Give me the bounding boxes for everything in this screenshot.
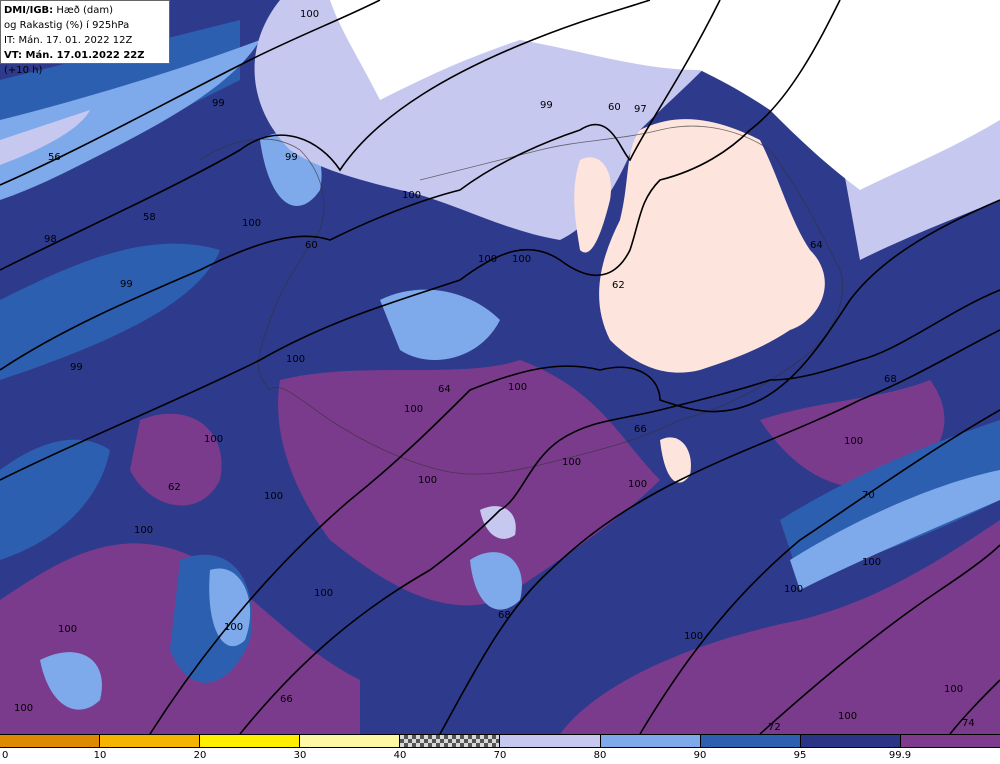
value-label: 100 [286, 354, 305, 365]
legend-swatch [500, 735, 601, 747]
value-label: 100 [684, 631, 703, 642]
value-label: 100 [402, 190, 421, 201]
value-label: 100 [628, 479, 647, 490]
value-label: 100 [844, 436, 863, 447]
value-label: 100 [512, 254, 531, 265]
value-label: 100 [314, 588, 333, 599]
contour-label: 64 [810, 240, 823, 251]
legend-swatch [600, 735, 701, 747]
value-label: 97 [634, 104, 647, 115]
legend-swatch [200, 735, 301, 747]
info-lead-time: (+10 h) [4, 65, 43, 76]
legend-tick-label: 10 [93, 750, 107, 761]
legend-swatch [0, 735, 101, 747]
value-label: 100 [838, 711, 857, 722]
value-label: 99 [120, 279, 133, 290]
contour-label: 60 [608, 102, 621, 113]
value-label: 100 [418, 475, 437, 486]
legend-tick-label: 80 [593, 750, 607, 761]
info-box: DMI/IGB: Hæð (dam) og Rakastig (%) í 925… [0, 0, 170, 76]
legend-tick-label: 20 [193, 750, 207, 761]
legend-swatch [800, 735, 901, 747]
legend-tick-label: 90 [693, 750, 707, 761]
contour-label: 64 [438, 384, 451, 395]
value-label: 100 [242, 218, 261, 229]
value-label: 99 [540, 100, 553, 111]
legend-swatch [400, 735, 501, 747]
contour-label: 68 [498, 610, 511, 621]
contour-label: 56 [48, 152, 61, 163]
legend-tick-label: 70 [493, 750, 507, 761]
legend-swatch [900, 735, 1000, 747]
color-legend: 0 10 20 30 40 70 80 90 95 99.9 [0, 734, 1000, 764]
legend-bar [0, 734, 1000, 748]
legend-tick-label: 40 [393, 750, 407, 761]
contour-label: 58 [143, 212, 156, 223]
info-source: DMI/IGB: [4, 5, 54, 16]
contour-label: 66 [634, 424, 647, 435]
value-label: 99 [212, 98, 225, 109]
value-label: 100 [264, 491, 283, 502]
value-label: 99 [285, 152, 298, 163]
contour-label: 74 [962, 718, 975, 729]
value-label: 100 [58, 624, 77, 635]
legend-tick-label: 0 [2, 750, 9, 761]
value-label: 99 [70, 362, 83, 373]
info-init-time: IT: Mán. 17. 01. 2022 12Z [4, 35, 133, 46]
legend-tick-label: 99.9 [888, 750, 912, 761]
contour-label: 60 [305, 240, 318, 251]
legend-tick-label: 95 [793, 750, 807, 761]
humidity-height-map: 56 58 60 60 62 62 64 64 66 66 68 68 70 7… [0, 0, 1000, 734]
value-label: 100 [784, 584, 803, 595]
value-label: 100 [14, 703, 33, 714]
legend-swatch [300, 735, 401, 747]
value-label: 100 [562, 457, 581, 468]
value-label: 100 [300, 9, 319, 20]
legend-swatch [100, 735, 201, 747]
contour-label: 68 [884, 374, 897, 385]
info-variable: Hæð (dam) [53, 5, 114, 16]
value-label: 100 [134, 525, 153, 536]
contour-label: 66 [280, 694, 293, 705]
contour-label: 62 [168, 482, 181, 493]
value-label: 100 [508, 382, 527, 393]
value-label: 100 [478, 254, 497, 265]
value-label: 100 [404, 404, 423, 415]
value-label: 100 [204, 434, 223, 445]
value-label: 100 [224, 622, 243, 633]
contour-label: 72 [768, 722, 781, 733]
legend-tick-label: 30 [293, 750, 307, 761]
value-label: 98 [44, 234, 57, 245]
value-label: 100 [862, 557, 881, 568]
contour-label: 62 [612, 280, 625, 291]
info-valid-time: VT: Mán. 17.01.2022 22Z [4, 50, 145, 61]
value-label: 100 [944, 684, 963, 695]
legend-swatch [700, 735, 801, 747]
info-level: og Rakastig (%) í 925hPa [4, 20, 130, 31]
weather-map-view: 56 58 60 60 62 62 64 64 66 66 68 68 70 7… [0, 0, 1000, 764]
contour-label: 70 [862, 490, 875, 501]
